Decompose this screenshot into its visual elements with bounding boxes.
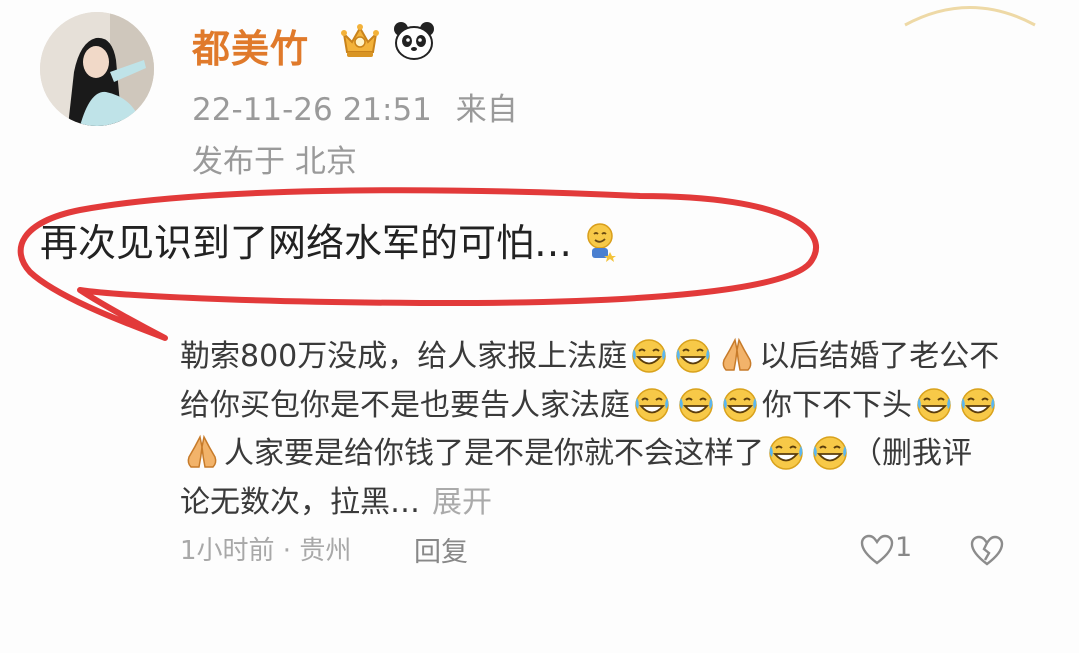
post-text-content: 再次见识到了网络水军的可怕… (40, 221, 573, 265)
comment-text-segment: 你下不下头 (762, 387, 912, 423)
laugh-emoji-icon (635, 387, 669, 422)
laugh-emoji-icon (961, 387, 995, 422)
broken-heart-icon[interactable] (970, 534, 1004, 568)
like-count: 1 (895, 532, 913, 563)
crown-badge-icon (341, 24, 379, 57)
smirk-emoji-icon (587, 223, 617, 262)
panda-badge-icon (394, 22, 434, 60)
expand-link[interactable]: 展开 (432, 485, 492, 520)
laugh-emoji-icon (917, 387, 951, 422)
post-source-label: 来自 (455, 92, 518, 128)
red-annotation-ellipse (17, 187, 819, 341)
laugh-emoji-icon (632, 339, 667, 373)
post-text: 再次见识到了网络水军的可怕… (40, 212, 618, 267)
pray-emoji-icon (187, 434, 217, 468)
avatar[interactable] (40, 12, 154, 126)
comment-text-segment: 勒索800万没成，给人家报上法庭 (180, 339, 628, 374)
comment-text-segment: 人家要是给你钱了是不是你就不会这样了 (224, 436, 764, 471)
post-meta: 22-11-26 21:51 来自 (192, 84, 518, 129)
reply-button[interactable]: 回复 (414, 530, 468, 569)
laugh-emoji-icon (723, 387, 757, 422)
laugh-emoji-icon (679, 387, 713, 422)
post-location: 发布于 北京 (192, 144, 357, 180)
avatar-image (40, 12, 154, 126)
partial-top-right-shape (904, 6, 1036, 27)
comment-time-location: 1小时前 · 贵州 (180, 536, 352, 566)
pray-emoji-icon (722, 337, 752, 371)
post-timestamp: 22-11-26 21:51 (192, 92, 432, 128)
laugh-emoji-icon (769, 436, 803, 470)
comment-text: 勒索800万没成，给人家报上法庭 以后结婚了老公不给你买包你是不是也要告人家法庭你… (180, 333, 1000, 527)
username[interactable]: 都美竹 (192, 18, 309, 73)
laugh-emoji-icon (676, 339, 711, 373)
like-heart-icon[interactable] (860, 534, 894, 566)
laugh-emoji-icon (813, 436, 847, 470)
